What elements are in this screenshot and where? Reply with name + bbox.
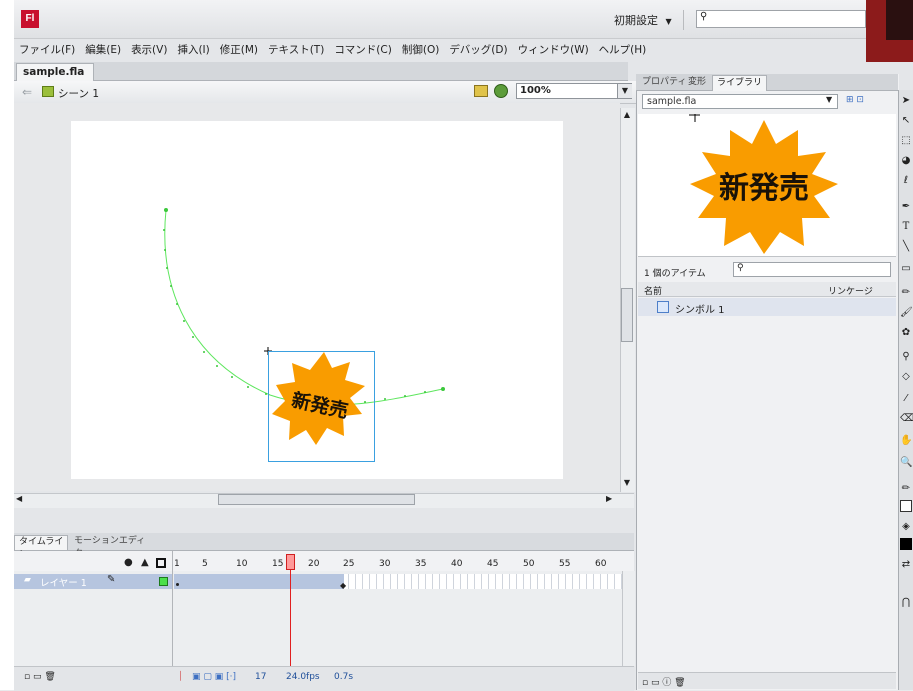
playhead[interactable]	[286, 554, 295, 570]
layer-color-swatch[interactable]	[159, 577, 168, 586]
scroll-right-icon[interactable]: ▶	[606, 494, 620, 505]
3d-rotation-icon[interactable]: ◕	[900, 154, 912, 168]
pencil-tool-icon[interactable]: ✏	[900, 286, 912, 300]
pin-icon[interactable]: ⊞ ⊡	[846, 95, 864, 105]
tab-transform[interactable]: 変形	[684, 75, 710, 90]
column-linkage[interactable]: リンケージ	[828, 284, 873, 297]
ruler-tick: 1	[174, 559, 180, 569]
stroke-color-icon[interactable]: ✏	[900, 482, 912, 496]
tab-timeline[interactable]: タイムライン	[14, 535, 68, 560]
paint-bucket-icon[interactable]: ◇	[900, 370, 912, 384]
library-search-input[interactable]: ⚲	[733, 262, 891, 277]
library-document-select[interactable]: sample.fla	[642, 94, 838, 109]
free-transform-icon[interactable]: ⬚	[900, 134, 912, 148]
scroll-thumb[interactable]	[218, 494, 415, 505]
scroll-down-icon[interactable]: ▼	[621, 478, 633, 490]
movie-clip-symbol-icon	[657, 301, 669, 313]
ruler-tick: 25	[343, 559, 355, 569]
scroll-left-icon[interactable]: ◀	[16, 494, 26, 505]
snap-magnet-icon[interactable]: ⋂	[900, 596, 912, 610]
layer-name[interactable]: レイヤー 1	[40, 575, 87, 589]
tab-motion-editor[interactable]: モーションエディタ	[70, 535, 148, 559]
ruler-tick: 55	[559, 559, 571, 569]
library-footer: ▫ ▭ ⓘ 🗑	[638, 672, 896, 689]
new-layer-icon[interactable]: ▫ ▭ 🗑	[24, 672, 56, 682]
text-tool-icon[interactable]: T	[900, 220, 912, 234]
fill-swatch[interactable]	[900, 538, 912, 550]
onion-skin-icons[interactable]: ▣ ▢ ▣ [·]	[192, 672, 236, 682]
ruler-tick: 15	[272, 559, 284, 569]
lock-icon[interactable]: ▲	[141, 557, 149, 568]
tab-properties[interactable]: プロパティ	[638, 75, 690, 90]
eyedropper-icon[interactable]: ⁄	[900, 392, 912, 406]
layer-icon: ▰	[24, 575, 31, 585]
subselection-tool-icon[interactable]: ↖	[900, 114, 912, 128]
rectangle-tool-icon[interactable]: ▭	[900, 262, 912, 276]
library-preview-art: 新発売	[689, 114, 838, 254]
brush-tool-icon[interactable]: 🖌	[900, 306, 913, 320]
tab-library[interactable]: ライブラリ	[712, 75, 768, 91]
library-item-name[interactable]: シンボル 1	[675, 301, 725, 316]
motion-tween-span[interactable]	[174, 574, 344, 589]
column-name[interactable]: 名前	[644, 284, 662, 297]
property-keyframe: ◆	[340, 581, 347, 590]
current-frame: 17	[255, 672, 267, 682]
fill-color-icon[interactable]: ◈	[900, 520, 912, 534]
eraser-icon[interactable]: ⌫	[900, 412, 913, 426]
bone-tool-icon[interactable]: ⚲	[900, 350, 912, 364]
ruler-tick: 5	[202, 559, 208, 569]
item-count: 1 個のアイテム	[644, 269, 706, 279]
timeline-header	[14, 551, 634, 572]
ruler-tick: 35	[415, 559, 427, 569]
pen-tool-icon[interactable]: ✒	[900, 200, 912, 214]
chevron-down-icon[interactable]: ▼	[826, 95, 832, 104]
stroke-swatch[interactable]	[900, 500, 912, 512]
ruler-tick: 50	[523, 559, 535, 569]
new-symbol-icon[interactable]: ▫ ▭ ⓘ 🗑	[642, 675, 686, 688]
ruler-tick: 60	[595, 559, 607, 569]
selection-tool-icon[interactable]: ➤	[900, 94, 912, 108]
frame-rate[interactable]: 24.0fps	[286, 672, 320, 682]
swap-colors-icon[interactable]: ⇄	[900, 558, 912, 572]
elapsed-time: 0.7s	[334, 672, 354, 682]
playhead-line	[290, 570, 291, 670]
timeline-footer	[14, 666, 634, 691]
lasso-tool-icon[interactable]: ℓ	[900, 174, 912, 188]
scroll-up-icon[interactable]: ▲	[621, 110, 633, 122]
zoom-tool-icon[interactable]: 🔍	[900, 456, 912, 470]
eye-icon[interactable]: ●	[124, 557, 133, 568]
pencil-icon: ✎	[107, 574, 116, 585]
center-frame-icon[interactable]: ⏐	[178, 672, 183, 682]
line-tool-icon[interactable]: ╲	[900, 240, 912, 254]
hand-tool-icon[interactable]: ✋	[900, 434, 912, 448]
scroll-thumb[interactable]	[621, 288, 633, 342]
ruler-tick: 45	[487, 559, 499, 569]
keyframe-dot	[176, 583, 179, 586]
layer-row[interactable]	[14, 574, 172, 589]
ruler-tick: 30	[379, 559, 391, 569]
ruler-tick: 10	[236, 559, 248, 569]
outline-icon[interactable]	[156, 558, 166, 568]
ruler-tick: 20	[308, 559, 320, 569]
search-icon: ⚲	[737, 263, 744, 273]
ruler-tick: 40	[451, 559, 463, 569]
deco-tool-icon[interactable]: ✿	[900, 326, 912, 340]
timeline-scrollbar[interactable]	[622, 571, 635, 666]
preview-text: 新発売	[719, 171, 809, 206]
